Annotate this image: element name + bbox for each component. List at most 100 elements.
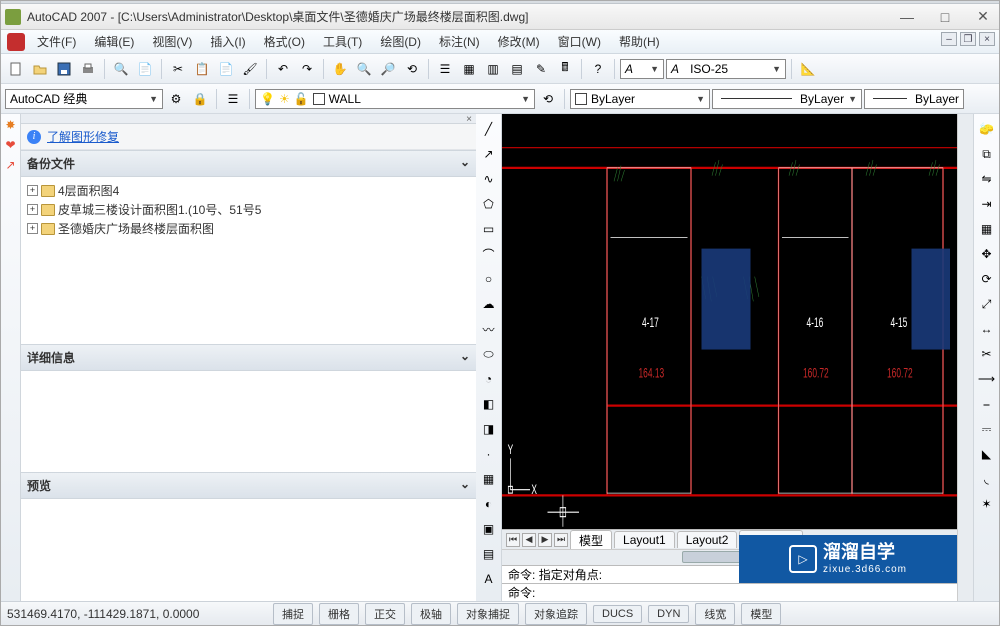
mdi-close-icon[interactable]: × (979, 32, 995, 46)
workspace-settings-icon[interactable]: ⚙ (165, 88, 187, 110)
cut-icon[interactable]: ✂ (167, 58, 189, 80)
ellipse-icon[interactable]: ⬭ (478, 343, 500, 365)
otrack-button[interactable]: 对象追踪 (525, 603, 587, 625)
lwt-button[interactable]: 线宽 (695, 603, 735, 625)
detail-section-header[interactable]: 详细信息 ⌄ (21, 344, 476, 371)
ducs-button[interactable]: DUCS (593, 605, 642, 623)
menu-draw[interactable]: 绘图(D) (374, 31, 427, 52)
ortho-button[interactable]: 正交 (365, 603, 405, 625)
tab-prev-icon[interactable]: ◀ (522, 533, 536, 547)
zoom-window-icon[interactable]: 🔎 (377, 58, 399, 80)
polygon-icon[interactable]: ⬠ (478, 193, 500, 215)
menu-help[interactable]: 帮助(H) (613, 31, 666, 52)
close-button[interactable]: ✕ (971, 9, 995, 25)
heart-icon[interactable]: ❤ (5, 138, 15, 152)
panel-close-icon[interactable]: × (466, 114, 472, 123)
window-titlebar[interactable]: AutoCAD 2007 - [C:\Users\Administrator\D… (1, 4, 999, 30)
markup-icon[interactable]: ✎ (530, 58, 552, 80)
tree-item[interactable]: +皮草城三楼设计面积图1.(10号、51号5 (25, 200, 472, 219)
plot-preview-icon[interactable]: 🔍 (110, 58, 132, 80)
tree-item[interactable]: +4层面积图4 (25, 181, 472, 200)
toolpalettes-icon[interactable]: ▥ (482, 58, 504, 80)
layer-manager-icon[interactable]: ☰ (222, 88, 244, 110)
erase-icon[interactable]: 🧽 (976, 118, 998, 140)
command-input[interactable]: 命令: (502, 583, 957, 601)
ellipse-arc-icon[interactable]: ◔ (478, 368, 500, 390)
arc-icon[interactable]: ⌒ (478, 243, 500, 265)
tab-last-icon[interactable]: ⏭ (554, 533, 568, 547)
mtext-icon[interactable]: A (478, 568, 500, 590)
copy-obj-icon[interactable]: ⧉ (976, 143, 998, 165)
undo-icon[interactable]: ↶ (272, 58, 294, 80)
maximize-button[interactable]: □ (933, 9, 957, 25)
copy-icon[interactable]: 📋 (191, 58, 213, 80)
sheetset-icon[interactable]: ▤ (506, 58, 528, 80)
array-icon[interactable]: ▦ (976, 218, 998, 240)
collapse-icon[interactable]: ⌄ (460, 155, 470, 172)
join-icon[interactable]: ⎓ (976, 418, 998, 440)
dim-update-icon[interactable]: 📐 (797, 58, 819, 80)
drawing-canvas[interactable]: 4-17 4-16 4-15 164.13 160.72 160.72 (502, 114, 957, 529)
make-block-icon[interactable]: ◨ (478, 418, 500, 440)
extend-icon[interactable]: ⟶ (976, 368, 998, 390)
workspace-lock-icon[interactable]: 🔒 (189, 88, 211, 110)
mdi-minimize-icon[interactable]: – (941, 32, 957, 46)
save-icon[interactable] (53, 58, 75, 80)
polar-button[interactable]: 极轴 (411, 603, 451, 625)
linetype-dropdown[interactable]: ByLayer▼ (712, 89, 862, 109)
scale-icon[interactable]: ⤢ (976, 293, 998, 315)
pan-icon[interactable]: ✋ (329, 58, 351, 80)
tab-model[interactable]: 模型 (570, 530, 612, 550)
backup-section-header[interactable]: 备份文件 ⌄ (21, 150, 476, 177)
snap-button[interactable]: 捕捉 (273, 603, 313, 625)
trim-icon[interactable]: ✂ (976, 343, 998, 365)
menu-edit[interactable]: 编辑(E) (88, 31, 140, 52)
zoom-previous-icon[interactable]: ⟲ (401, 58, 423, 80)
tab-layout2[interactable]: Layout2 (677, 531, 738, 548)
offset-icon[interactable]: ⇥ (976, 193, 998, 215)
line-icon[interactable]: ╱ (478, 118, 500, 140)
menu-file[interactable]: 文件(F) (31, 31, 82, 52)
preview-section-header[interactable]: 预览 ⌄ (21, 472, 476, 499)
workspace-dropdown[interactable]: AutoCAD 经典▼ (5, 89, 163, 109)
properties-icon[interactable]: ☰ (434, 58, 456, 80)
spline-icon[interactable]: 〰 (478, 318, 500, 340)
menu-tools[interactable]: 工具(T) (317, 31, 368, 52)
xline-icon[interactable]: ↗ (478, 143, 500, 165)
print-icon[interactable] (77, 58, 99, 80)
revcloud-icon[interactable]: ☁ (478, 293, 500, 315)
paste-icon[interactable]: 📄 (215, 58, 237, 80)
mirror-icon[interactable]: ⇋ (976, 168, 998, 190)
dyn-button[interactable]: DYN (648, 605, 689, 623)
menu-window[interactable]: 窗口(W) (552, 31, 607, 52)
zoom-realtime-icon[interactable]: 🔍 (353, 58, 375, 80)
grid-button[interactable]: 栅格 (319, 603, 359, 625)
app-menu-icon[interactable] (7, 33, 25, 51)
rectangle-icon[interactable]: ▭ (478, 218, 500, 240)
point-icon[interactable]: · (478, 443, 500, 465)
move-icon[interactable]: ✥ (976, 243, 998, 265)
color-dropdown[interactable]: ByLayer▼ (570, 89, 710, 109)
lineweight-dropdown[interactable]: ByLayer (864, 89, 964, 109)
share-icon[interactable]: ↗ (5, 158, 15, 172)
osnap-button[interactable]: 对象捕捉 (457, 603, 519, 625)
menu-dimension[interactable]: 标注(N) (433, 31, 486, 52)
region-icon[interactable]: ▣ (478, 518, 500, 540)
break-icon[interactable]: ⎯ (976, 393, 998, 415)
gradient-icon[interactable]: ◐ (478, 493, 500, 515)
dim-style-dropdown[interactable]: A ISO-25▼ (666, 59, 786, 79)
hatch-icon[interactable]: ▦ (478, 468, 500, 490)
matchprop-icon[interactable]: 🖌 (239, 58, 261, 80)
tab-next-icon[interactable]: ▶ (538, 533, 552, 547)
tab-first-icon[interactable]: ⏮ (506, 533, 520, 547)
menu-insert[interactable]: 插入(I) (204, 31, 251, 52)
minimize-button[interactable]: — (895, 9, 919, 25)
stretch-icon[interactable]: ↔ (976, 318, 998, 340)
burst-icon[interactable]: ✸ (5, 118, 15, 132)
polyline-icon[interactable]: ∿ (478, 168, 500, 190)
insert-block-icon[interactable]: ◧ (478, 393, 500, 415)
redo-icon[interactable]: ↷ (296, 58, 318, 80)
coordinates-display[interactable]: 531469.4170, -111429.1871, 0.0000 (7, 607, 267, 621)
model-button[interactable]: 模型 (741, 603, 781, 625)
chamfer-icon[interactable]: ◣ (976, 443, 998, 465)
